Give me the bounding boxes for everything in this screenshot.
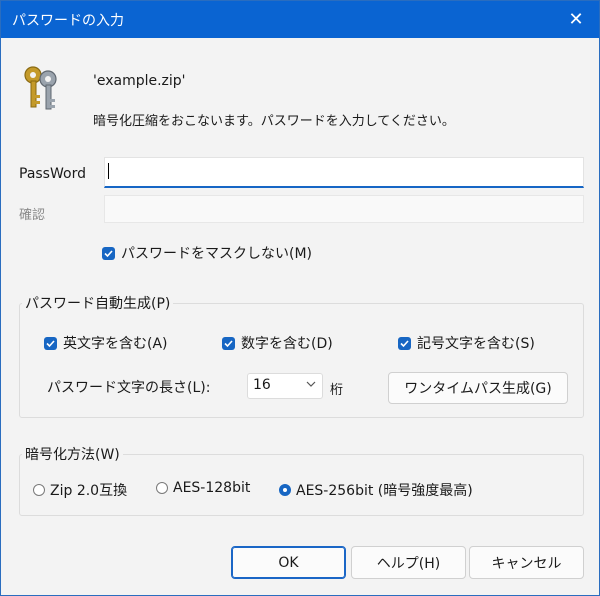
radio-unselected-icon [156, 482, 168, 494]
digits-checkbox[interactable]: 数字を含む(D) [222, 333, 333, 353]
help-button-label: ヘルプ(H) [376, 555, 441, 572]
onetime-password-button[interactable]: ワンタイムパス生成(G) [388, 372, 568, 404]
title-bar: パスワードの入力 ✕ [1, 1, 599, 38]
length-label: パスワード文字の長さ(L): [47, 380, 211, 396]
radio-aes128[interactable]: AES-128bit [156, 480, 250, 496]
password-label: PassWord [19, 166, 86, 182]
alpha-label: 英文字を含む(A) [63, 336, 168, 352]
checkbox-checked-icon [102, 246, 115, 260]
unmask-checkbox[interactable]: パスワードをマスクしない(M) [102, 243, 312, 263]
radio-zip20[interactable]: Zip 2.0互換 [33, 480, 127, 500]
window-title: パスワードの入力 [12, 13, 124, 29]
cancel-button[interactable]: キャンセル [469, 546, 584, 579]
radio-selected-icon [279, 484, 291, 496]
close-button[interactable]: ✕ [553, 1, 599, 38]
text-caret [108, 163, 109, 179]
radio-aes128-label: AES-128bit [173, 480, 251, 496]
length-value: 16 [253, 377, 271, 393]
confirm-field[interactable] [104, 195, 584, 223]
ok-button[interactable]: OK [231, 546, 346, 579]
checkbox-checked-icon [398, 336, 411, 350]
help-button[interactable]: ヘルプ(H) [351, 546, 466, 579]
encryption-group-title: 暗号化方法(W) [22, 444, 123, 464]
checkbox-checked-icon [44, 336, 57, 350]
ok-button-label: OK [278, 554, 299, 571]
cancel-button-label: キャンセル [491, 555, 562, 572]
unmask-label: パスワードをマスクしない(M) [121, 246, 313, 262]
instruction-text: 暗号化圧縮をおこないます。パスワードを入力してください。 [93, 114, 455, 129]
file-name: 'example.zip' [93, 73, 186, 89]
symbols-checkbox[interactable]: 記号文字を含む(S) [398, 333, 535, 353]
password-field[interactable] [104, 157, 584, 188]
keys-icon [24, 66, 57, 110]
length-unit: 桁 [330, 383, 344, 398]
symbols-label: 記号文字を含む(S) [417, 336, 535, 352]
password-dialog: パスワードの入力 ✕ 'example.zip' 暗号化圧縮をおこないます。パス… [0, 0, 600, 596]
radio-zip20-label: Zip 2.0互換 [50, 483, 128, 499]
alpha-checkbox[interactable]: 英文字を含む(A) [44, 333, 168, 353]
confirm-label: 確認 [19, 208, 46, 223]
length-select[interactable]: 16 [247, 373, 323, 399]
generator-group-title: パスワード自動生成(P) [22, 293, 174, 313]
radio-aes256-label: AES-256bit (暗号強度最高) [296, 483, 473, 499]
onetime-password-button-label: ワンタイムパス生成(G) [404, 381, 552, 397]
close-icon: ✕ [568, 9, 584, 30]
radio-unselected-icon [33, 484, 45, 496]
checkbox-checked-icon [222, 336, 235, 350]
chevron-down-icon [306, 381, 316, 387]
digits-label: 数字を含む(D) [241, 336, 333, 352]
radio-aes256[interactable]: AES-256bit (暗号強度最高) [279, 480, 473, 500]
